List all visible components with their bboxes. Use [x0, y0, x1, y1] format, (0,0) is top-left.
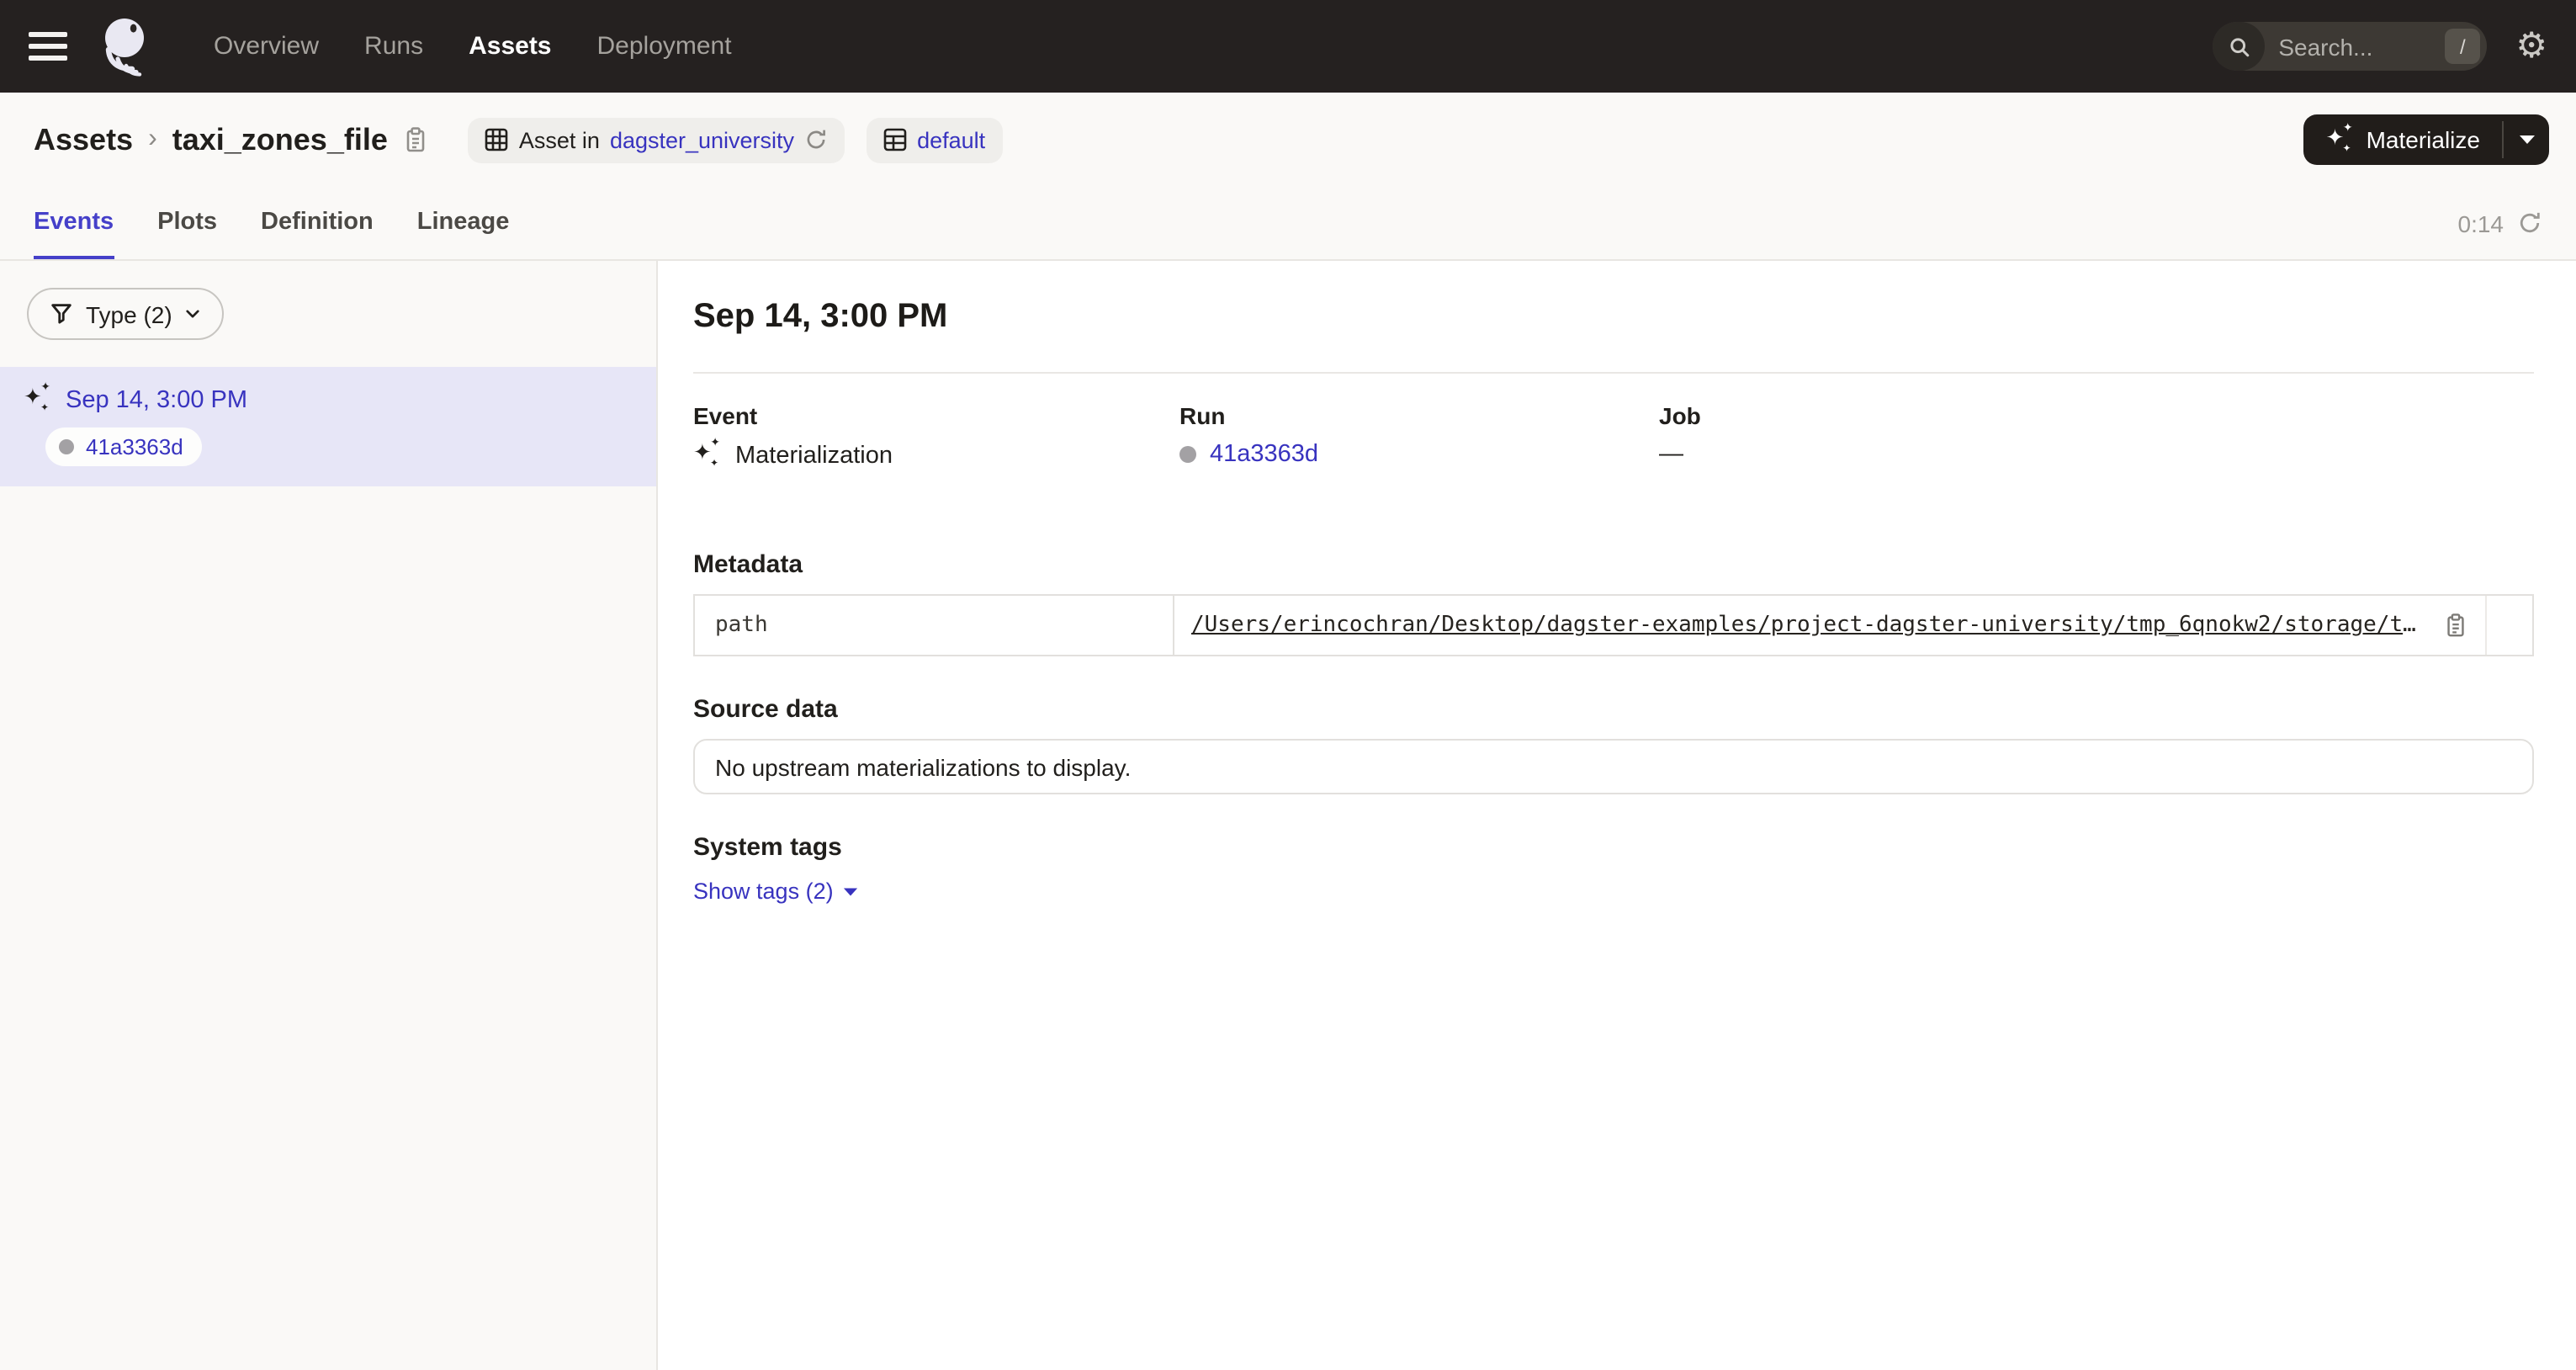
job-column-label: Job	[1659, 402, 2534, 429]
search-input[interactable]	[2265, 33, 2445, 60]
system-tags-heading: System tags	[693, 833, 2534, 862]
search-box[interactable]: /	[2213, 22, 2487, 71]
metadata-path-link[interactable]: /Users/erincochran/Desktop/dagster-examp…	[1191, 613, 2428, 638]
asset-grid-icon	[485, 128, 509, 151]
materialize-button-group: ✦✦✦ Materialize	[2304, 114, 2549, 165]
event-summary: Event ✦✦✦ Materialization Run 41a3363d	[693, 402, 2534, 470]
run-status-dot	[1179, 446, 1196, 463]
breadcrumb-separator: ›	[148, 125, 157, 155]
primary-nav: Overview Runs Assets Deployment	[214, 32, 732, 61]
job-column: Job —	[1659, 402, 2534, 470]
asset-tabs: Events Plots Definition Lineage 0:14	[0, 187, 2576, 261]
run-column-label: Run	[1179, 402, 1659, 429]
caret-down-icon	[844, 886, 859, 896]
asset-group-icon	[883, 128, 907, 151]
metadata-actions-cell	[2487, 596, 2532, 655]
event-column-label: Event	[693, 402, 1179, 429]
refresh-timer: 0:14	[2458, 210, 2504, 236]
job-value: —	[1659, 441, 1683, 468]
chevron-down-icon	[184, 305, 203, 323]
nav-item-deployment[interactable]: Deployment	[597, 32, 732, 61]
run-id-link[interactable]: 41a3363d	[1210, 441, 1318, 468]
event-detail-title: Sep 14, 3:00 PM	[693, 298, 2534, 337]
tab-lineage[interactable]: Lineage	[417, 187, 510, 259]
copy-path-icon[interactable]	[2443, 613, 2468, 638]
show-tags-label: Show tags (2)	[693, 879, 834, 904]
breadcrumb-assets[interactable]: Assets	[34, 122, 133, 157]
run-status-dot	[59, 439, 74, 454]
tab-events[interactable]: Events	[34, 187, 114, 259]
asset-location-badge: Asset in dagster_university	[469, 117, 845, 162]
breadcrumb-asset-name: taxi_zones_file	[172, 122, 388, 157]
materialize-sparkle-icon: ✦✦✦	[2326, 125, 2355, 154]
event-list-item-selected[interactable]: ✦✦✦ Sep 14, 3:00 PM 41a3363d	[0, 367, 656, 486]
code-location-link[interactable]: dagster_university	[610, 127, 794, 152]
materialize-button[interactable]: ✦✦✦ Materialize	[2304, 114, 2502, 165]
nav-item-assets[interactable]: Assets	[469, 32, 551, 61]
tab-definition[interactable]: Definition	[261, 187, 374, 259]
reload-location-icon[interactable]	[804, 128, 828, 151]
top-nav: Overview Runs Assets Deployment / ⚙	[0, 0, 2576, 93]
dagster-logo-icon	[93, 11, 160, 82]
tab-plots[interactable]: Plots	[157, 187, 217, 259]
asset-group-link[interactable]: default	[917, 127, 985, 152]
hamburger-menu-icon[interactable]	[29, 32, 67, 61]
asset-group-badge: default	[867, 117, 1002, 162]
source-data-empty-message: No upstream materializations to display.	[693, 739, 2534, 794]
materialize-dropdown-button[interactable]	[2504, 114, 2549, 165]
type-filter-label: Type (2)	[86, 300, 172, 327]
metadata-value-cell: /Users/erincochran/Desktop/dagster-examp…	[1174, 596, 2487, 655]
search-icon	[2213, 22, 2265, 71]
event-timestamp: Sep 14, 3:00 PM	[66, 386, 247, 413]
gear-icon[interactable]: ⚙	[2515, 29, 2547, 64]
asset-header: Assets › taxi_zones_file Asset in dagste…	[0, 93, 2576, 187]
show-tags-toggle[interactable]: Show tags (2)	[693, 879, 859, 904]
metadata-table: path /Users/erincochran/Desktop/dagster-…	[693, 594, 2534, 656]
materialization-sparkle-icon: ✦✦✦	[693, 441, 722, 470]
materialization-sparkle-icon: ✦✦✦	[24, 385, 52, 414]
materialize-label: Materialize	[2367, 126, 2480, 153]
events-sidebar: Type (2) ✦✦✦ Sep 14, 3:00 PM 41a3363d	[0, 261, 658, 1370]
nav-item-overview[interactable]: Overview	[214, 32, 319, 61]
dagster-app: Overview Runs Assets Deployment / ⚙ Asse…	[0, 0, 2576, 1370]
event-type-value: Materialization	[735, 442, 893, 469]
filter-funnel-icon	[49, 301, 74, 327]
nav-item-runs[interactable]: Runs	[364, 32, 423, 61]
metadata-key-cell: path	[695, 596, 1174, 655]
topnav-right: / ⚙	[2213, 22, 2547, 71]
divider	[693, 372, 2534, 374]
search-shortcut-key: /	[2445, 29, 2480, 64]
run-column: Run 41a3363d	[1179, 402, 1659, 470]
refresh-status: 0:14	[2458, 187, 2543, 259]
type-filter-button[interactable]: Type (2)	[27, 288, 225, 340]
asset-in-label: Asset in	[519, 127, 600, 152]
run-id-link: 41a3363d	[86, 434, 183, 459]
source-data-heading: Source data	[693, 695, 2534, 724]
content-area: Type (2) ✦✦✦ Sep 14, 3:00 PM 41a3363d Se…	[0, 261, 2576, 1370]
refresh-icon[interactable]	[2517, 210, 2542, 236]
event-column: Event ✦✦✦ Materialization	[693, 402, 1179, 470]
event-detail-panel: Sep 14, 3:00 PM Event ✦✦✦ Materializatio…	[658, 261, 2576, 1370]
event-run-badge[interactable]: 41a3363d	[45, 427, 202, 466]
metadata-heading: Metadata	[693, 550, 2534, 579]
copy-asset-name-icon[interactable]	[403, 126, 430, 153]
caret-down-icon	[2518, 135, 2535, 145]
